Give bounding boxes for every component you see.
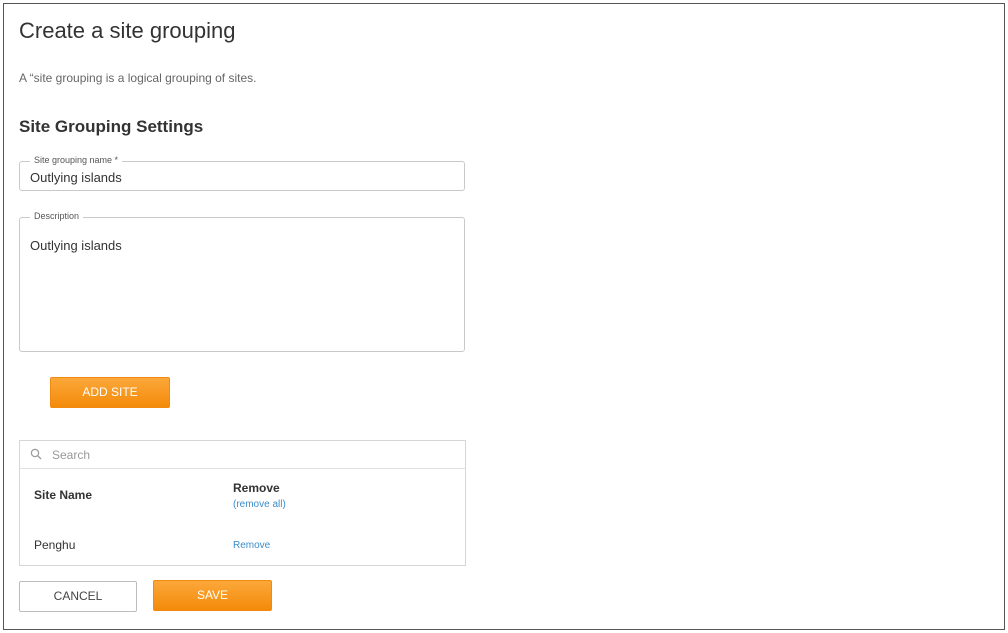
create-site-grouping-dialog: Create a site grouping A “site grouping …: [3, 3, 1005, 630]
save-button[interactable]: SAVE: [153, 580, 272, 611]
site-grouping-name-label: Site grouping name *: [30, 155, 123, 165]
remove-all-link[interactable]: (remove all): [233, 499, 286, 510]
site-grouping-name-value[interactable]: Outlying islands: [30, 170, 122, 185]
column-header-site-name: Site Name: [34, 488, 93, 502]
site-row-name: Penghu: [34, 538, 76, 552]
description-value[interactable]: Outlying islands: [30, 238, 122, 253]
site-grouping-name-field[interactable]: Site grouping name * Outlying islands: [19, 155, 465, 191]
search-input[interactable]: [52, 446, 452, 464]
page-intro: A “site grouping is a logical grouping o…: [19, 71, 257, 85]
site-row-remove-link[interactable]: Remove: [233, 540, 270, 551]
page-title: Create a site grouping: [19, 18, 236, 43]
column-header-remove: Remove: [233, 481, 280, 495]
sites-panel: Site Name Remove (remove all) Penghu Rem…: [19, 440, 466, 566]
description-field[interactable]: Description Outlying islands: [19, 211, 465, 352]
description-label: Description: [30, 211, 84, 221]
search-row: [20, 441, 465, 469]
cancel-button[interactable]: CANCEL: [19, 581, 137, 612]
section-title: Site Grouping Settings: [19, 117, 204, 136]
add-site-button[interactable]: ADD SITE: [50, 377, 170, 408]
search-icon: [30, 448, 42, 460]
